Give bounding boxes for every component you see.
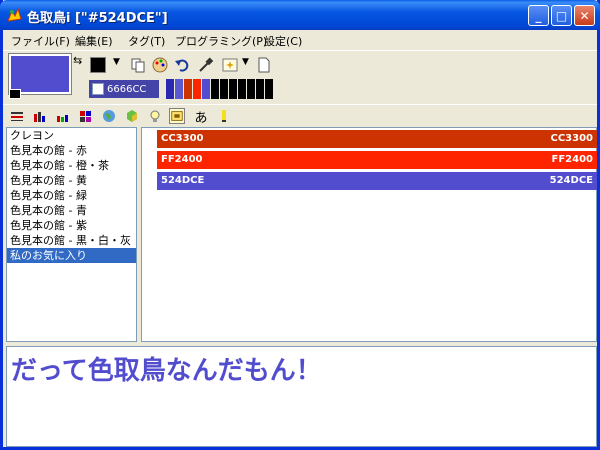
marker-icon[interactable] (216, 108, 232, 124)
category-item[interactable]: 色見本の館 - 橙・茶 (7, 158, 136, 173)
menu-file[interactable]: ファイル(F) (11, 33, 70, 49)
color-hex-right: CC3300 (550, 133, 593, 144)
palette-swatch[interactable] (265, 79, 274, 99)
close-icon: ✕ (579, 8, 590, 23)
foreground-color-swatch[interactable] (90, 57, 106, 73)
category-item[interactable]: 色見本の館 - 青 (7, 203, 136, 218)
tag-icon (171, 111, 183, 121)
menu-settings[interactable]: 設定(C) (264, 33, 302, 49)
category-item[interactable]: 色見本の館 - 赤 (7, 143, 136, 158)
menu-tag[interactable]: タグ(T) (128, 33, 165, 49)
cube-icon[interactable] (124, 108, 140, 124)
tag-view-button[interactable] (169, 108, 185, 124)
menu-programming[interactable]: プログラミング(P) (175, 33, 267, 49)
hex-checkbox[interactable] (92, 83, 104, 95)
menu-edit[interactable]: 編集(E) (75, 33, 113, 49)
minimize-icon: _ (535, 8, 542, 23)
palette-swatch[interactable] (220, 79, 229, 99)
palette-swatch[interactable] (211, 79, 220, 99)
category-item[interactable]: 色見本の館 - 紫 (7, 218, 136, 233)
category-item[interactable]: 色見本の館 - 黄 (7, 173, 136, 188)
new-icon[interactable] (256, 57, 272, 73)
palette-swatch[interactable] (193, 79, 202, 99)
color-row[interactable]: FF2400 FF2400 (157, 151, 597, 169)
color-row[interactable]: 524DCE 524DCE (157, 172, 597, 190)
palette-swatch[interactable] (256, 79, 265, 99)
category-item[interactable]: 私のお気に入り (7, 248, 136, 263)
chevron-down-icon[interactable]: ▼ (113, 57, 120, 67)
list-view-icon[interactable] (9, 108, 25, 124)
minimize-button[interactable]: _ (528, 5, 549, 26)
color-hex-left: CC3300 (161, 133, 204, 144)
menu-bar: ファイル(F) 編集(E) タグ(T) プログラミング(P) 設定(C) (3, 30, 597, 50)
maximize-button[interactable]: □ (551, 5, 572, 26)
preview-text: だって色取鳥なんだもん！ (11, 356, 322, 386)
color-hex-right: FF2400 (551, 154, 594, 165)
main-window: 色取鳥i ["#524DCE"] _ □ ✕ ファイル(F) 編集(E) タグ(… (0, 0, 600, 450)
swap-colors-icon[interactable]: ⇆ (73, 54, 82, 67)
color-row[interactable]: CC3300 CC3300 (157, 130, 597, 148)
bulb-icon[interactable] (147, 108, 163, 124)
app-bird-icon (7, 7, 22, 22)
color-list[interactable]: CC3300 CC3300 FF2400 FF2400 524DCE 524DCE (141, 127, 597, 342)
close-button[interactable]: ✕ (574, 5, 595, 26)
secondary-color-swatch[interactable] (9, 89, 21, 99)
picker-icon[interactable] (222, 57, 238, 73)
title-bar[interactable]: 色取鳥i ["#524DCE"] _ □ ✕ (0, 0, 600, 30)
color-hex-left: FF2400 (161, 154, 203, 165)
palette-icon[interactable] (152, 57, 168, 73)
preview-pane: だって色取鳥なんだもん！ (6, 346, 597, 447)
picker-dropdown-icon[interactable]: ▼ (242, 57, 249, 67)
window-title: 色取鳥i ["#524DCE"] (27, 11, 168, 26)
view-toolbar: あ (3, 104, 597, 126)
palette-swatch[interactable] (175, 79, 184, 99)
palette-swatch[interactable] (166, 79, 175, 99)
category-item[interactable]: クレヨン (7, 128, 136, 143)
grid-icon[interactable] (78, 108, 94, 124)
small-bar-icon[interactable] (55, 108, 71, 124)
category-item[interactable]: 色見本の館 - 黒・白・灰 (7, 233, 136, 248)
globe-icon[interactable] (101, 108, 117, 124)
kana-icon[interactable]: あ (193, 108, 209, 126)
color-hex-right: 524DCE (549, 175, 593, 186)
category-item[interactable]: 色見本の館 - 緑 (7, 188, 136, 203)
maximize-icon: □ (555, 8, 568, 23)
palette-swatch[interactable] (184, 79, 193, 99)
palette-swatch[interactable] (229, 79, 238, 99)
current-color-swatch[interactable] (8, 53, 72, 95)
eyedropper-icon[interactable] (198, 57, 214, 73)
color-toolbar: ⇆ ▼ ▼ 6666CC (3, 50, 597, 104)
palette-swatch[interactable] (247, 79, 256, 99)
palette-swatch[interactable] (202, 79, 211, 99)
color-hex-left: 524DCE (161, 175, 205, 186)
undo-icon[interactable] (174, 57, 190, 73)
category-list[interactable]: クレヨン 色見本の館 - 赤色見本の館 - 橙・茶 色見本の館 - 黄色見本の館 -… (6, 127, 137, 342)
copy-icon[interactable] (130, 57, 146, 73)
bar-view-icon[interactable] (32, 108, 48, 124)
palette-swatch[interactable] (238, 79, 247, 99)
